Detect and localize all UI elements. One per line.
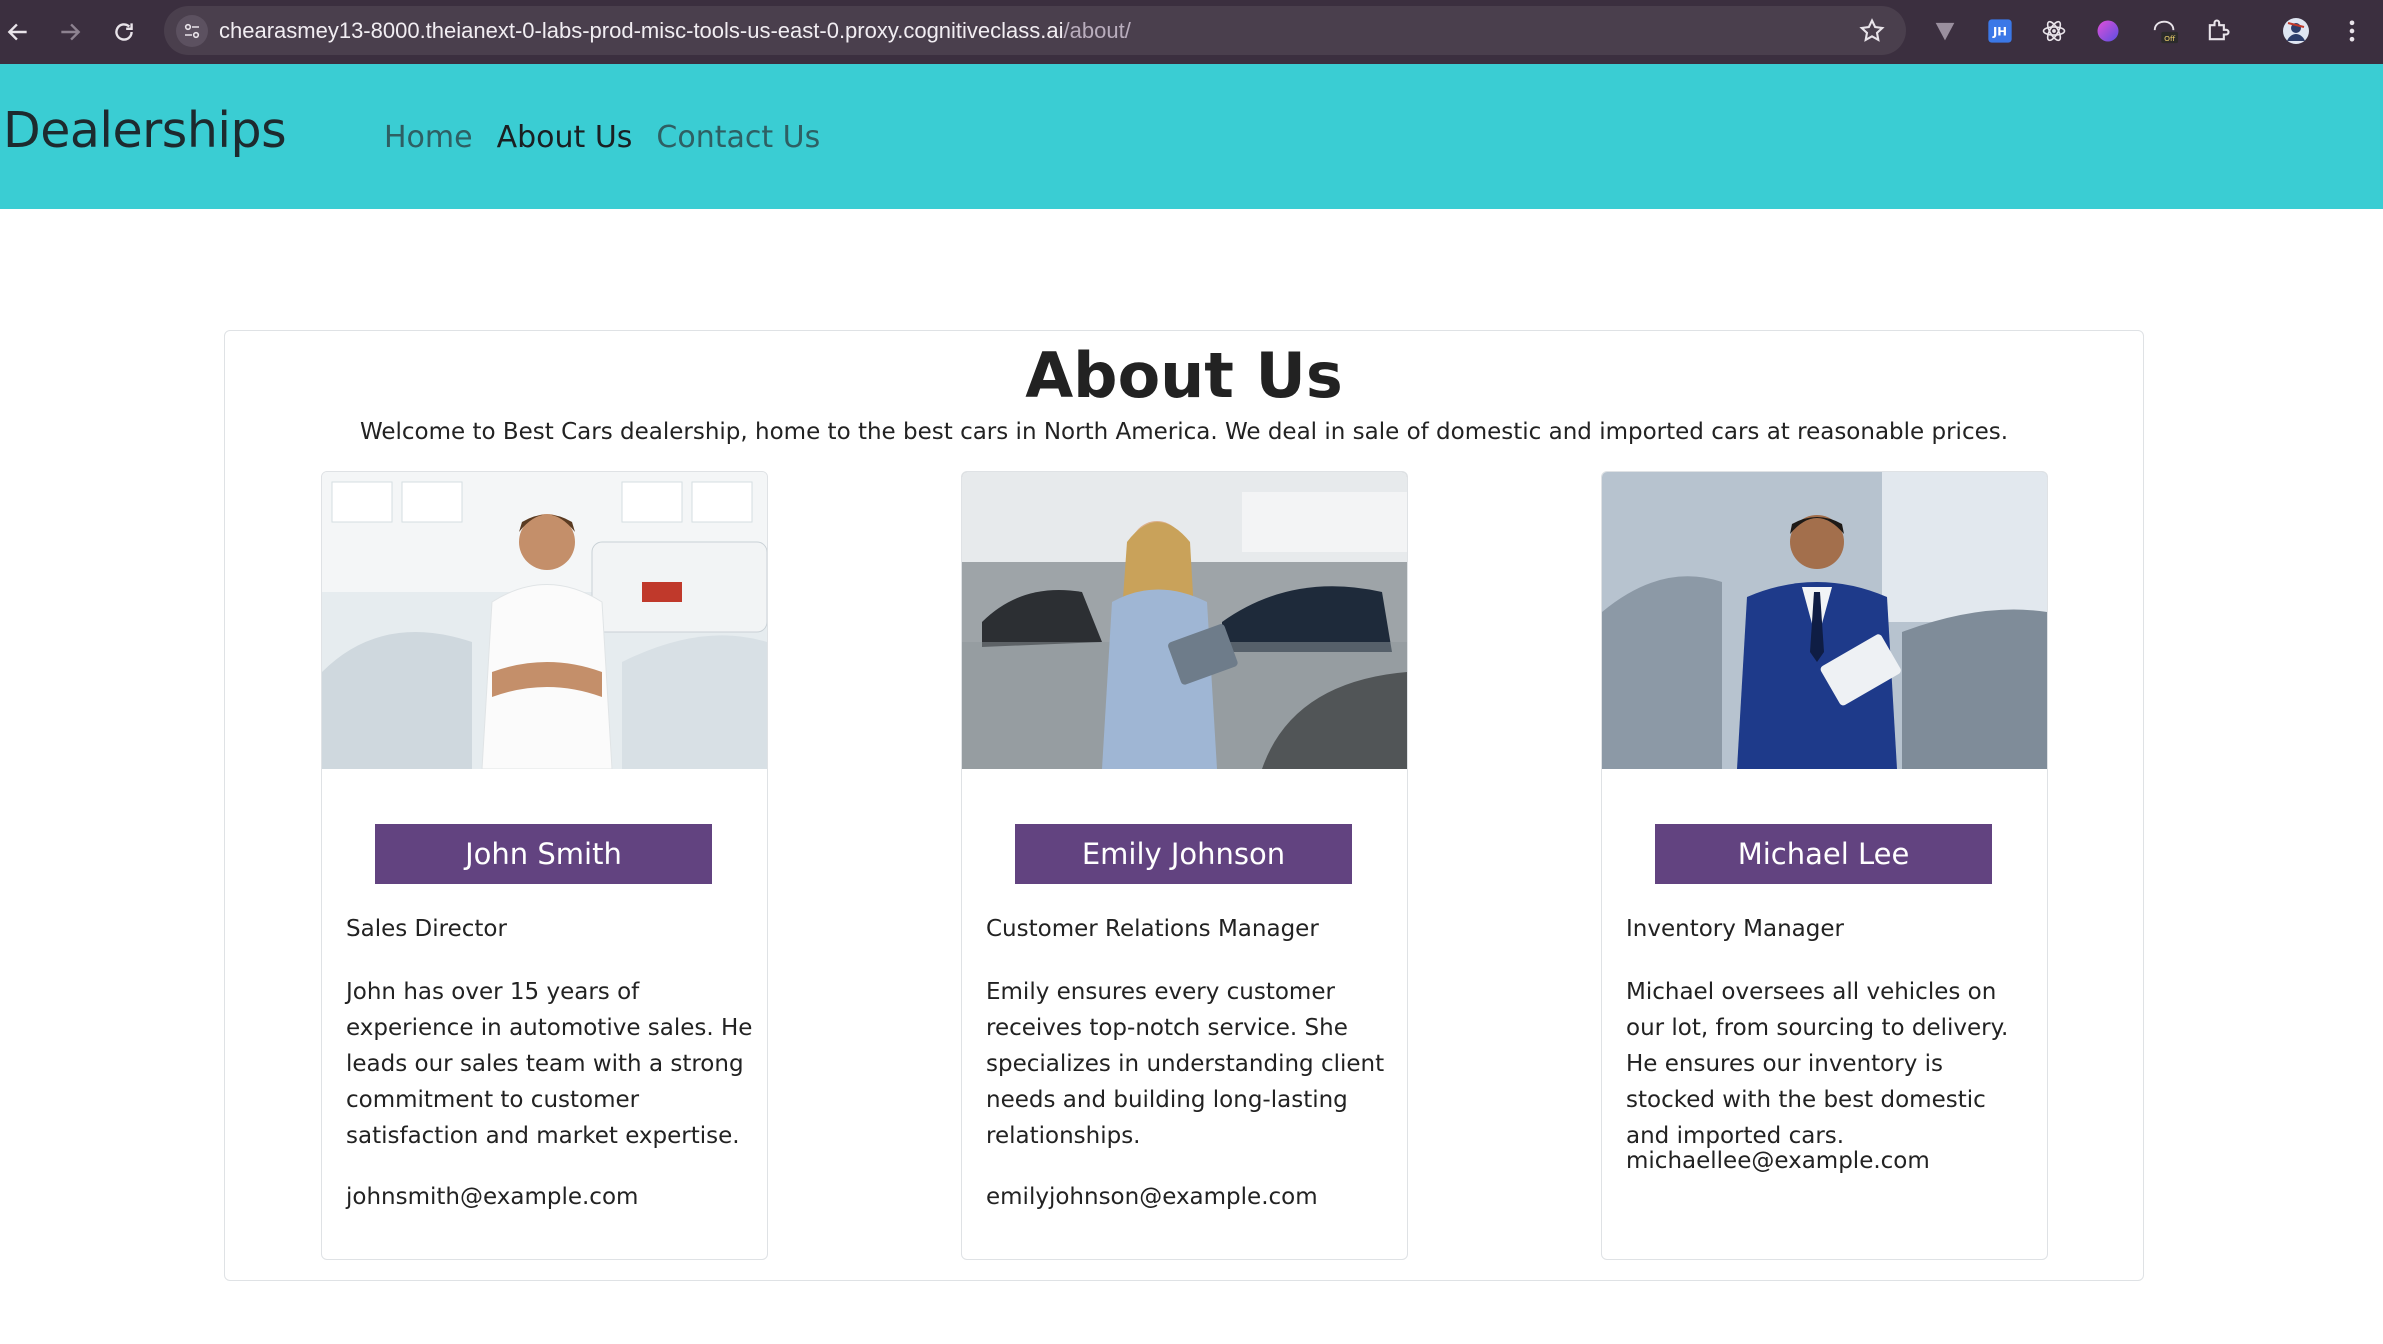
nav-link-contact-us[interactable]: Contact Us (656, 120, 820, 155)
nav-link-about-us[interactable]: About Us (497, 120, 633, 155)
reload-icon[interactable] (106, 14, 142, 50)
member-bio: John has over 15 years of experience in … (346, 979, 753, 1149)
member-role: Sales Director (346, 916, 507, 942)
member-role: Inventory Manager (1626, 916, 1844, 942)
extension-orb-icon[interactable] (2091, 14, 2125, 48)
member-name-badge: John Smith (375, 824, 712, 884)
site-navbar: Dealerships Home About Us Contact Us (0, 64, 2383, 209)
menu-kebab-icon[interactable] (2335, 14, 2369, 48)
extensions-puzzle-icon[interactable] (2201, 14, 2235, 48)
extension-off-icon[interactable]: Off (2148, 14, 2182, 48)
extension-jh-icon[interactable]: JH (1983, 14, 2017, 48)
extension-react-icon[interactable] (2037, 14, 2071, 48)
extension-v-icon[interactable] (1928, 14, 1962, 48)
member-email[interactable]: johnsmith@example.com (346, 1184, 638, 1210)
extension-jh-label: JH (1992, 25, 2007, 39)
nav-links: Home About Us Contact Us (384, 120, 820, 155)
member-role: Customer Relations Manager (986, 916, 1319, 942)
member-name-badge: Emily Johnson (1015, 824, 1352, 884)
site-info-icon[interactable] (176, 15, 208, 47)
member-bio: Emily ensures every customer receives to… (986, 979, 1385, 1149)
intro-text: Welcome to Best Cars dealership, home to… (359, 419, 2009, 445)
page-title: About Us (1025, 339, 1343, 412)
bookmark-star-icon[interactable] (1858, 17, 1886, 45)
extension-off-label: Off (2164, 34, 2176, 43)
team-photo-john-smith (322, 472, 767, 769)
url-path: /about/ (1063, 18, 1131, 43)
member-bio: Michael oversees all vehicles on our lot… (1626, 979, 2009, 1149)
member-name-badge: Michael Lee (1655, 824, 1992, 884)
team-card-john-smith: John Smith Sales Director John has over … (321, 471, 768, 1260)
forward-icon[interactable] (52, 14, 88, 50)
member-email[interactable]: michaellee@example.com (1626, 1148, 1930, 1174)
team-card-emily-johnson: Emily Johnson Customer Relations Manager… (961, 471, 1408, 1260)
browser-toolbar: chearasmey13-8000.theianext-0-labs-prod-… (0, 0, 2383, 64)
nav-link-home[interactable]: Home (384, 120, 473, 155)
address-url[interactable]: chearasmey13-8000.theianext-0-labs-prod-… (219, 18, 1131, 44)
brand-title[interactable]: Dealerships (3, 102, 287, 159)
team-photo-emily-johnson (962, 472, 1407, 769)
team-card-michael-lee: Michael Lee Inventory Manager Michael ov… (1601, 471, 2048, 1260)
back-icon[interactable] (0, 14, 36, 50)
about-container: About Us Welcome to Best Cars dealership… (224, 330, 2144, 1281)
member-email[interactable]: emilyjohnson@example.com (986, 1184, 1318, 1210)
team-photo-michael-lee (1602, 472, 2047, 769)
address-bar[interactable]: chearasmey13-8000.theianext-0-labs-prod-… (164, 6, 1906, 55)
profile-avatar-icon[interactable] (2279, 14, 2313, 48)
url-host: chearasmey13-8000.theianext-0-labs-prod-… (219, 18, 1064, 43)
